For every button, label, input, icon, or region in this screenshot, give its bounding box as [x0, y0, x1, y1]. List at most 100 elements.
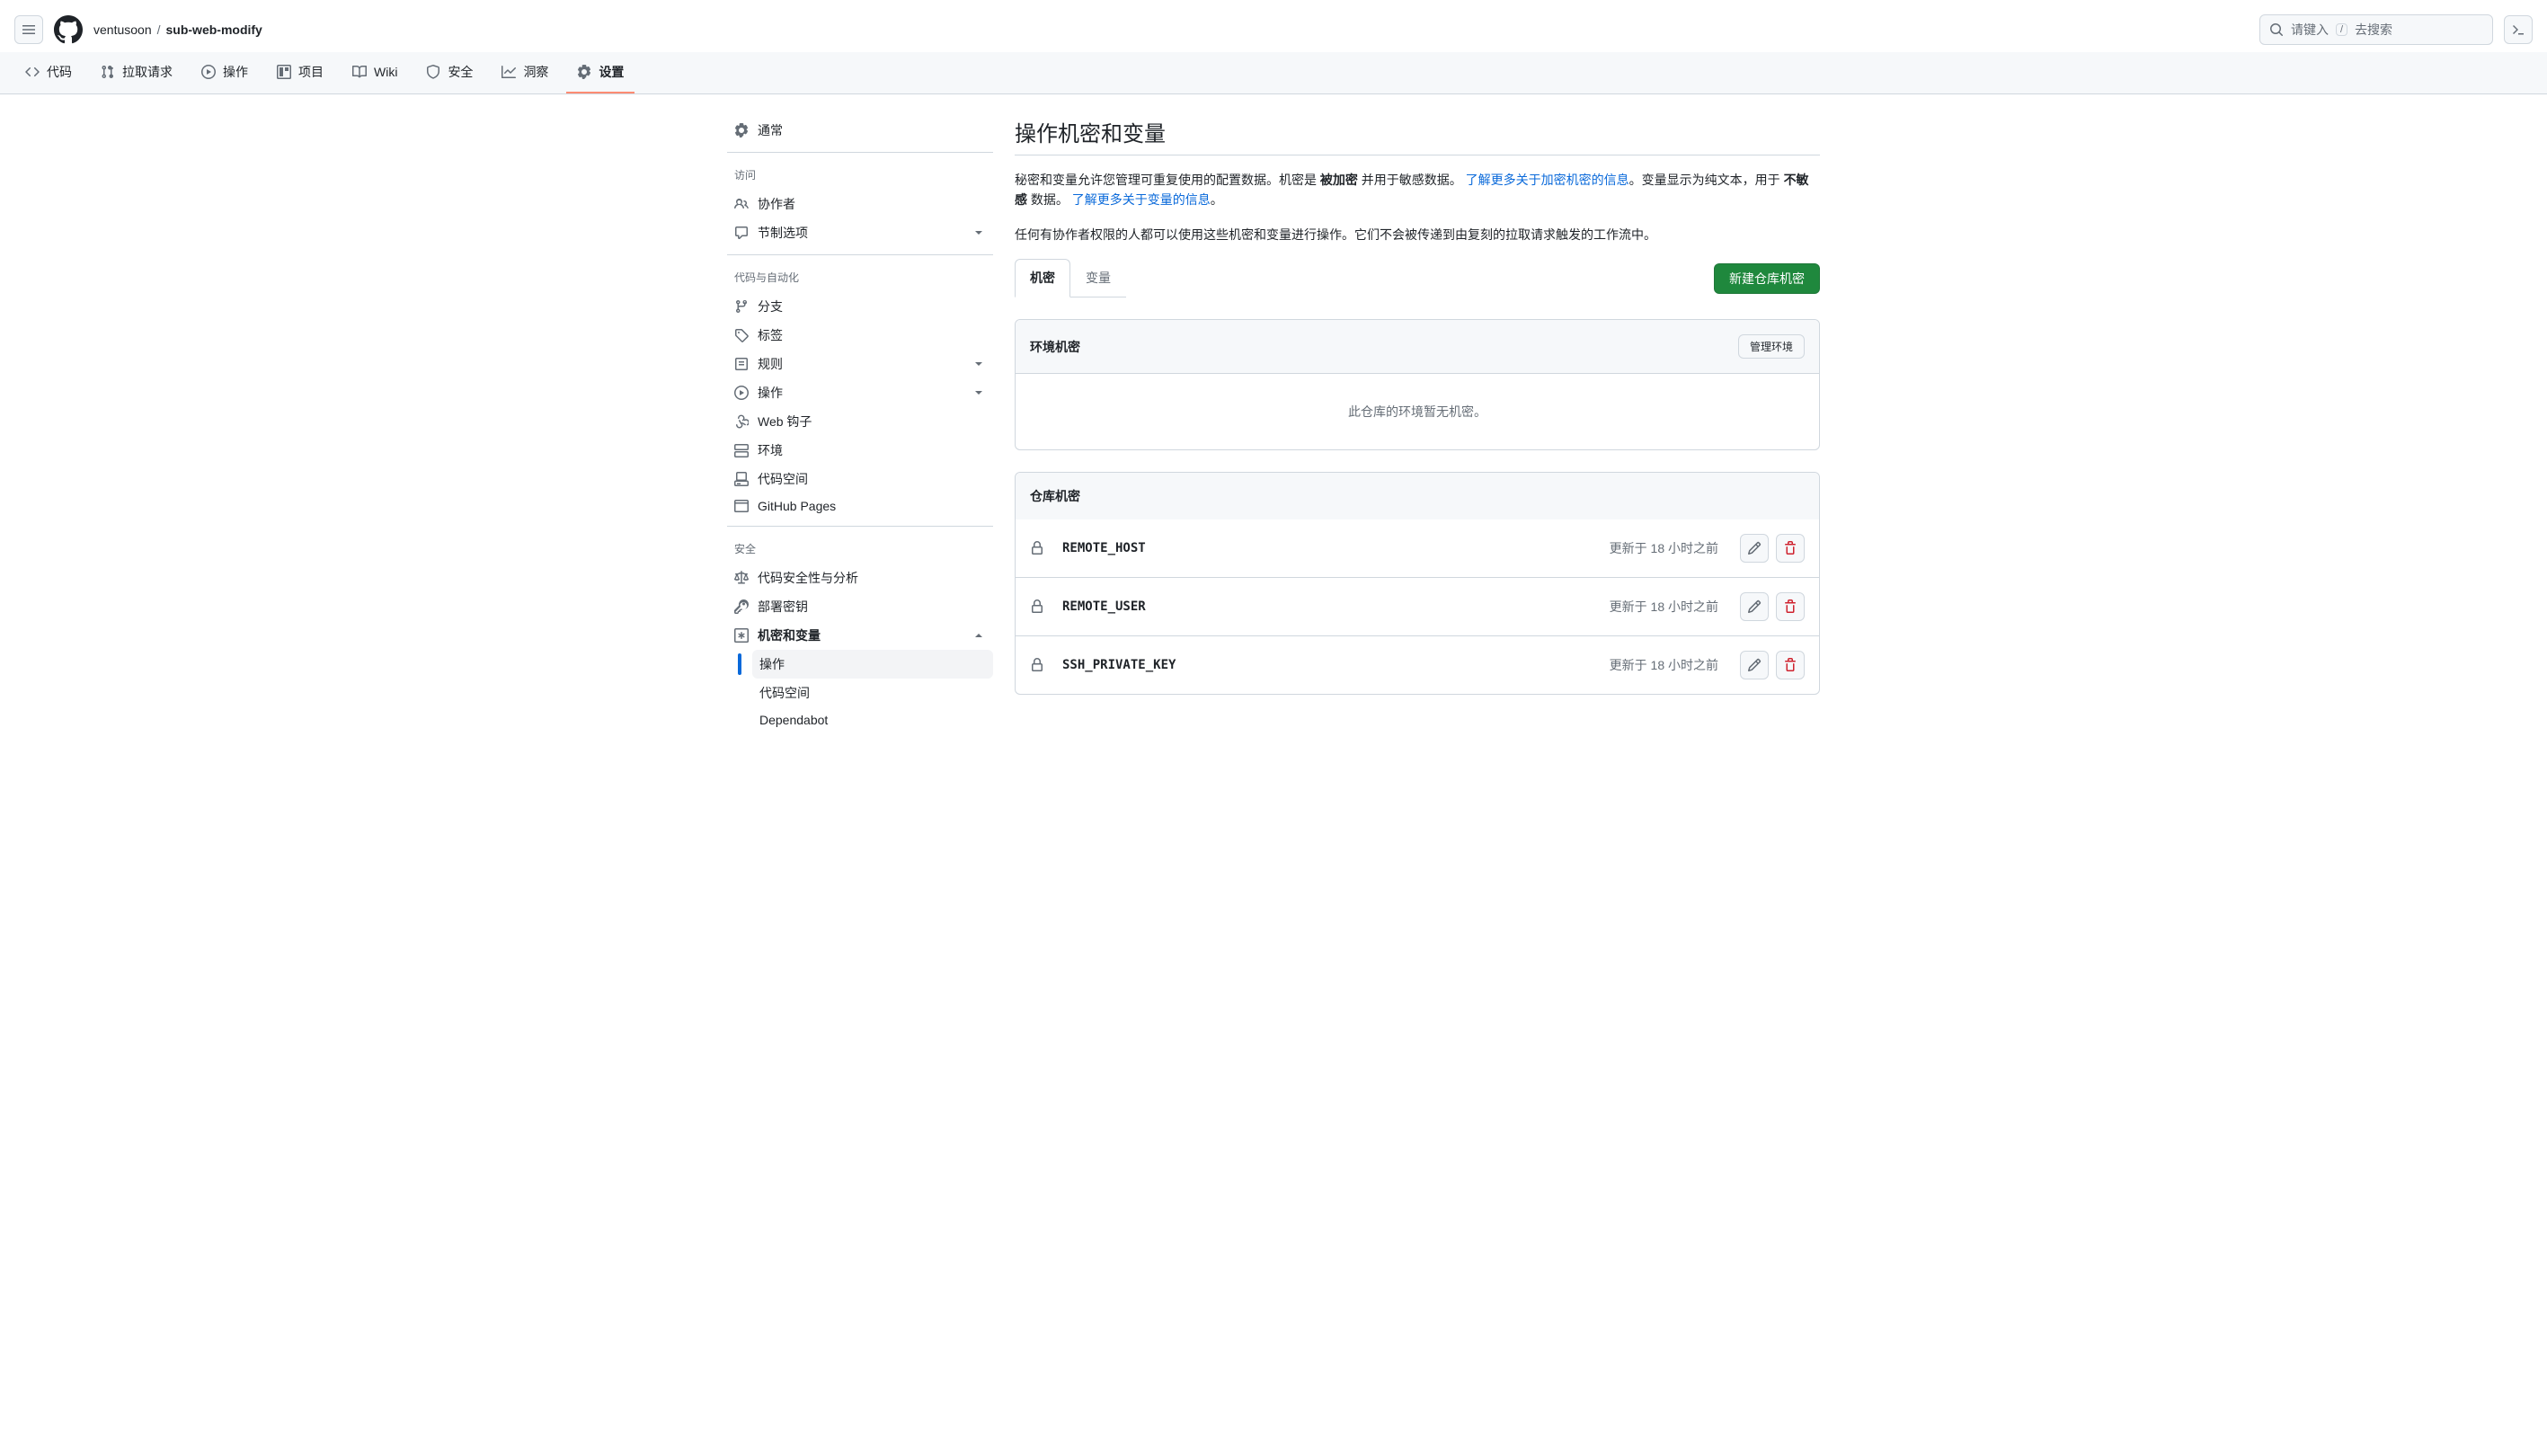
- link-learn-more-secrets[interactable]: 了解更多关于加密机密的信息: [1466, 173, 1629, 187]
- lock-icon: [1030, 599, 1044, 614]
- sidebar-heading-code-auto: 代码与自动化: [727, 262, 993, 292]
- hamburger-icon: [22, 22, 36, 37]
- sidebar-subitem-dependabot[interactable]: Dependabot: [752, 707, 993, 732]
- gear-icon: [734, 123, 749, 138]
- breadcrumb-owner[interactable]: ventusoon: [93, 22, 152, 37]
- sidebar-item-codespaces[interactable]: 代码空间: [727, 465, 993, 493]
- secret-updated: 更新于 18 小时之前: [1610, 656, 1718, 674]
- sidebar-item-label: 操作: [758, 384, 963, 402]
- chevron-up-icon: [972, 628, 986, 643]
- server-icon: [734, 443, 749, 457]
- sidebar-item-moderation[interactable]: 节制选项: [727, 218, 993, 247]
- code-icon: [25, 65, 40, 79]
- sidebar-subitem-codespaces[interactable]: 代码空间: [752, 679, 993, 707]
- tab-settings[interactable]: 设置: [566, 52, 635, 93]
- sidebar-item-webhooks[interactable]: Web 钩子: [727, 407, 993, 436]
- key-icon: [734, 599, 749, 614]
- text: 秘密和变量允许您管理可重复使用的配置数据。机密是: [1015, 173, 1320, 187]
- people-icon: [734, 197, 749, 211]
- sidebar-item-rules[interactable]: 规则: [727, 350, 993, 378]
- edit-secret-button[interactable]: [1740, 534, 1769, 563]
- breadcrumb-separator: /: [157, 22, 161, 37]
- tab-wiki-label: Wiki: [374, 65, 397, 79]
- search-icon: [2269, 22, 2284, 37]
- sidebar-item-branches[interactable]: 分支: [727, 292, 993, 321]
- sidebar-item-label: 协作者: [758, 195, 795, 213]
- secret-actions: [1740, 534, 1805, 563]
- env-secrets-empty: 此仓库的环境暂无机密。: [1016, 374, 1819, 449]
- sidebar-item-actions[interactable]: 操作: [727, 378, 993, 407]
- tab-actions[interactable]: 操作: [191, 52, 259, 93]
- tab-wiki[interactable]: Wiki: [342, 52, 408, 93]
- edit-secret-button[interactable]: [1740, 592, 1769, 621]
- sidebar-item-label: 标签: [758, 326, 783, 344]
- sidebar-item-label: 部署密钥: [758, 598, 808, 616]
- sidebar-item-label: Web 钩子: [758, 413, 812, 431]
- tab-insights-label: 洞察: [523, 63, 548, 81]
- sidebar-item-pages[interactable]: GitHub Pages: [727, 493, 993, 519]
- hamburger-button[interactable]: [14, 15, 43, 44]
- sidebar-item-secrets-vars[interactable]: 机密和变量: [727, 621, 993, 650]
- main-content: 操作机密和变量 秘密和变量允许您管理可重复使用的配置数据。机密是 被加密 并用于…: [1015, 116, 1820, 747]
- tab-security-label: 安全: [448, 63, 473, 81]
- sidebar-item-label: 环境: [758, 441, 783, 459]
- text: 数据。: [1027, 192, 1072, 207]
- play-icon: [201, 65, 216, 79]
- comment-icon: [734, 226, 749, 240]
- text: 。: [1211, 192, 1223, 207]
- search-input[interactable]: 请键入 / 去搜索: [2259, 14, 2493, 45]
- webhook-icon: [734, 414, 749, 429]
- tab-security[interactable]: 安全: [415, 52, 484, 93]
- tab-code[interactable]: 代码: [14, 52, 83, 93]
- terminal-icon: [2511, 22, 2525, 37]
- codespaces-icon: [734, 472, 749, 486]
- tab-actions-label: 操作: [223, 63, 248, 81]
- command-palette-button[interactable]: [2504, 15, 2533, 44]
- sidebar-item-tags[interactable]: 标签: [727, 321, 993, 350]
- delete-secret-button[interactable]: [1776, 534, 1805, 563]
- breadcrumb-repo[interactable]: sub-web-modify: [166, 22, 262, 37]
- sidebar-item-label: 通常: [758, 121, 783, 139]
- secret-updated: 更新于 18 小时之前: [1610, 539, 1718, 557]
- edit-secret-button[interactable]: [1740, 651, 1769, 679]
- secret-actions: [1740, 651, 1805, 679]
- github-logo[interactable]: [54, 15, 83, 44]
- manage-environments-button[interactable]: 管理环境: [1738, 334, 1805, 359]
- sidebar-item-label: 规则: [758, 355, 963, 373]
- search-kbd: /: [2336, 23, 2347, 36]
- tab-secrets[interactable]: 机密: [1015, 259, 1070, 297]
- sidebar-item-code-security[interactable]: 代码安全性与分析: [727, 564, 993, 592]
- sidebar-heading-access: 访问: [727, 160, 993, 190]
- search-placeholder-suffix: 去搜索: [2355, 21, 2392, 39]
- repo-secrets-box: 仓库机密 REMOTE_HOST更新于 18 小时之前REMOTE_USER更新…: [1015, 472, 1820, 695]
- tab-projects[interactable]: 项目: [266, 52, 334, 93]
- text: 。变量显示为纯文本，用于: [1629, 173, 1784, 187]
- sidebar-subitem-actions[interactable]: 操作: [752, 650, 993, 679]
- global-header: ventusoon / sub-web-modify 请键入 / 去搜索: [0, 0, 2547, 52]
- delete-secret-button[interactable]: [1776, 651, 1805, 679]
- sidebar-item-collaborators[interactable]: 协作者: [727, 190, 993, 218]
- trash-icon: [1783, 599, 1797, 614]
- lock-cell: [1030, 599, 1048, 614]
- sidebar-item-environments[interactable]: 环境: [727, 436, 993, 465]
- tab-pulls[interactable]: 拉取请求: [90, 52, 183, 93]
- lock-icon: [1030, 541, 1044, 555]
- tab-variables[interactable]: 变量: [1070, 259, 1126, 297]
- link-learn-more-variables[interactable]: 了解更多关于变量的信息: [1072, 192, 1211, 207]
- chevron-down-icon: [972, 386, 986, 400]
- repo-nav: 代码 拉取请求 操作 项目 Wiki 安全 洞察 设置: [0, 52, 2547, 94]
- gear-icon: [577, 65, 591, 79]
- tag-icon: [734, 328, 749, 342]
- secret-row: REMOTE_HOST更新于 18 小时之前: [1016, 519, 1819, 577]
- sidebar-item-label: 分支: [758, 297, 783, 315]
- sidebar-item-general[interactable]: 通常: [727, 116, 993, 145]
- pull-request-icon: [101, 65, 115, 79]
- new-repo-secret-button[interactable]: 新建仓库机密: [1714, 263, 1820, 294]
- sidebar-item-deploy-keys[interactable]: 部署密钥: [727, 592, 993, 621]
- rules-icon: [734, 357, 749, 371]
- sidebar-heading-security: 安全: [727, 534, 993, 564]
- browser-icon: [734, 499, 749, 513]
- tab-insights[interactable]: 洞察: [491, 52, 559, 93]
- delete-secret-button[interactable]: [1776, 592, 1805, 621]
- secret-updated: 更新于 18 小时之前: [1610, 598, 1718, 616]
